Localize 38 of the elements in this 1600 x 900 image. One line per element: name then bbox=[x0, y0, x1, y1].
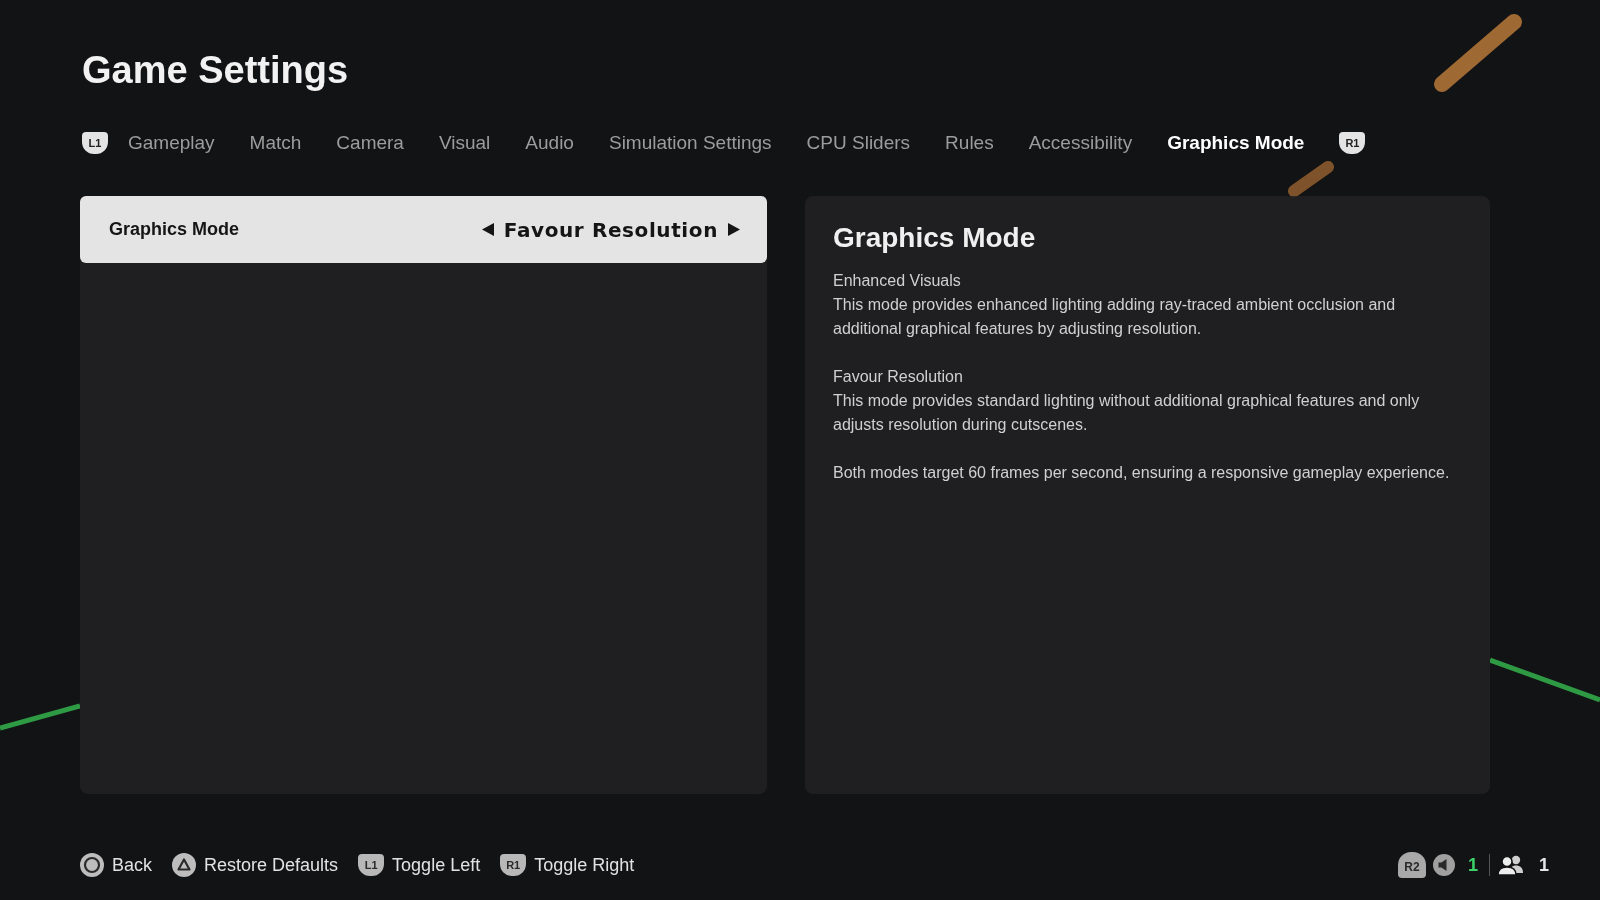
tab[interactable]: Audio bbox=[525, 129, 574, 157]
hint-label: Toggle Left bbox=[392, 854, 481, 877]
tab[interactable]: Gameplay bbox=[128, 129, 215, 157]
key-glyph: L1 bbox=[358, 854, 385, 876]
description-title: Graphics Mode bbox=[833, 221, 1037, 255]
hint-label: Back bbox=[112, 854, 153, 877]
speaker-icon bbox=[1432, 854, 1455, 876]
tab[interactable]: Graphics Mode bbox=[1167, 129, 1305, 157]
caret-right-icon bbox=[728, 223, 740, 236]
key-glyph: R1 bbox=[500, 854, 527, 876]
setting-value: Favour Resolution bbox=[503, 216, 718, 244]
voice-count: 1 bbox=[1467, 853, 1478, 877]
hint-label: Toggle Right bbox=[534, 854, 635, 877]
key-glyph: R2 bbox=[1397, 852, 1426, 878]
setting-row[interactable]: Graphics Mode Favour Resolution bbox=[80, 196, 767, 263]
key-glyph: L1 bbox=[82, 132, 108, 154]
tab[interactable]: Match bbox=[249, 129, 302, 157]
tab[interactable]: CPU Sliders bbox=[806, 129, 911, 157]
tab[interactable]: Rules bbox=[945, 129, 994, 157]
tab[interactable]: Camera bbox=[336, 129, 404, 157]
description-text: This mode provides enhanced lighting adding ray-traced ambient occlusion and additional graphical features by adjusting resolution. bbox=[833, 295, 1397, 339]
setting-label: Graphics Mode bbox=[109, 218, 240, 241]
description-text: Both modes target 60 frames per second, ensuring a responsive gameplay experience. bbox=[833, 463, 1451, 483]
player-count: 1 bbox=[1539, 853, 1549, 877]
description-text: This mode provides standard lighting without additional graphical features and only adjusts resolution during cutscenes. bbox=[833, 391, 1421, 435]
page-title: Game Settings bbox=[82, 48, 349, 93]
light-streak bbox=[1286, 160, 1336, 198]
tab[interactable]: Simulation Settings bbox=[608, 129, 772, 157]
people-icon bbox=[1497, 854, 1524, 876]
triangle-button-icon bbox=[172, 853, 197, 877]
key-glyph: R1 bbox=[1339, 132, 1366, 154]
description-heading: Enhanced Visuals bbox=[833, 271, 962, 291]
caret-left-icon bbox=[481, 223, 494, 236]
description-heading: Favour Resolution bbox=[833, 367, 964, 387]
tab[interactable]: Visual bbox=[438, 129, 491, 157]
circle-button-icon bbox=[80, 853, 104, 877]
hint-label: Restore Defaults bbox=[204, 854, 339, 877]
tab[interactable]: Accessibility bbox=[1028, 129, 1133, 157]
